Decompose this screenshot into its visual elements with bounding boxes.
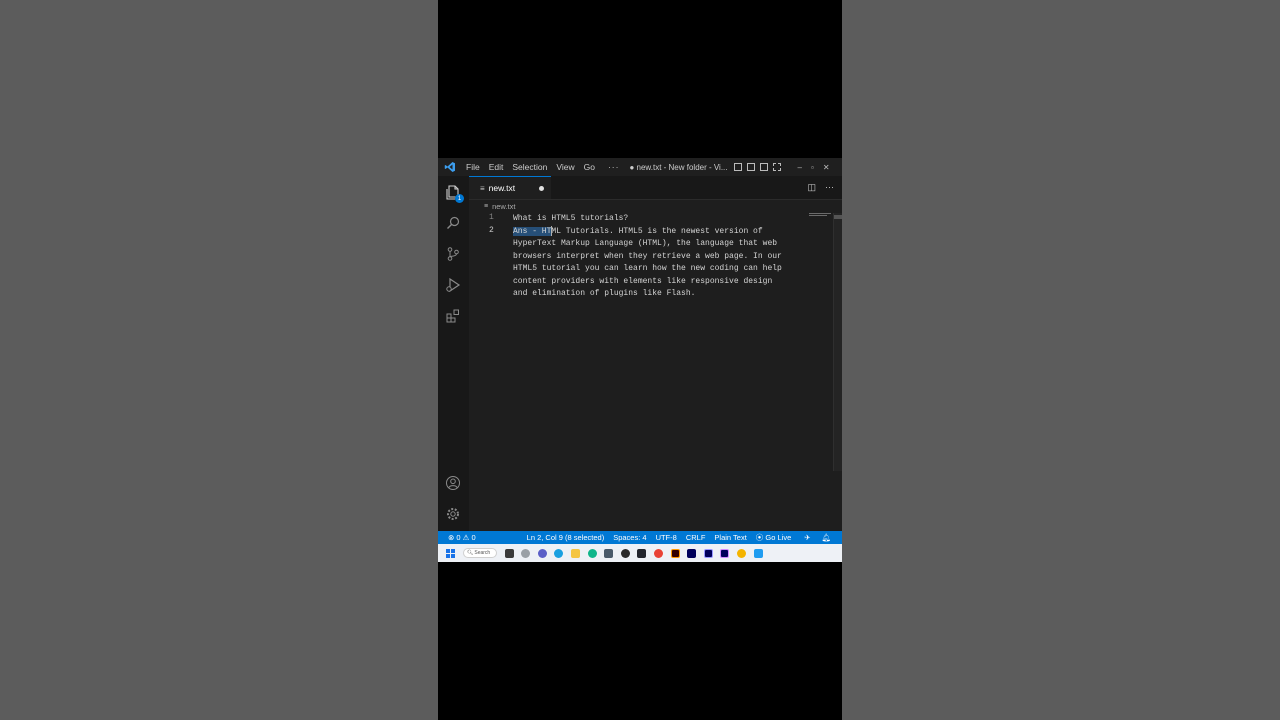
more-actions-icon[interactable]: ··· xyxy=(825,182,834,193)
after-effects-icon[interactable] xyxy=(703,548,713,558)
tab-new-txt[interactable]: ≡ new.txt xyxy=(469,176,551,199)
run-debug-icon[interactable] xyxy=(445,277,461,293)
status-bar: ⊗ 0 ⚠ 0 Ln 2, Col 9 (8 selected) Spaces:… xyxy=(438,531,842,544)
notifications-bell-icon[interactable]: 🔔︎ xyxy=(822,533,832,542)
encoding-status[interactable]: UTF-8 xyxy=(656,533,677,542)
search-icon[interactable] xyxy=(445,215,461,231)
code-line-2: Ans - HTML Tutorials. HTML5 is the newes… xyxy=(513,225,763,239)
menu-more-button[interactable]: ··· xyxy=(608,162,620,172)
eol-status[interactable]: CRLF xyxy=(686,533,706,542)
activity-bar: 1 xyxy=(438,176,469,531)
background-left xyxy=(0,0,438,720)
problems-status[interactable]: ⊗ 0 ⚠ 0 xyxy=(448,533,476,542)
premiere-icon[interactable] xyxy=(720,548,730,558)
taskbar-search[interactable]: 🔍︎ Search xyxy=(463,548,497,558)
layout-controls xyxy=(733,163,781,171)
chat-icon[interactable] xyxy=(537,548,547,558)
editor-actions: ◫ ··· xyxy=(807,182,834,193)
line-number: 1 xyxy=(489,213,494,222)
wrapped-line: HTML5 tutorial you can learn how the new… xyxy=(513,264,782,273)
warning-count: 0 xyxy=(471,533,476,542)
windows-start-icon[interactable] xyxy=(446,548,455,558)
text-file-icon: ≡ xyxy=(480,183,485,193)
source-control-icon[interactable] xyxy=(445,246,461,262)
breadcrumb-file[interactable]: new.txt xyxy=(492,202,515,211)
background-right xyxy=(842,0,1280,720)
toggle-primary-sidebar-icon[interactable] xyxy=(733,163,742,171)
wrapped-line: content providers with elements like res… xyxy=(513,276,773,286)
media-encoder-icon[interactable] xyxy=(687,548,697,558)
edge-dev-icon[interactable] xyxy=(587,548,597,558)
wrapped-line: HyperText Markup Language (HTML), the la… xyxy=(513,239,778,248)
error-count: 0 xyxy=(456,533,461,542)
scrollbar-thumb[interactable] xyxy=(834,215,842,219)
tab-bar: ≡ new.txt ◫ ··· xyxy=(469,176,842,200)
wrapped-line: browsers interpret when they retrieve a … xyxy=(513,251,782,261)
vscode-logo-icon xyxy=(444,162,455,172)
broadcast-icon: ⦿ xyxy=(755,533,764,542)
unsaved-dot-icon[interactable] xyxy=(539,185,545,191)
editor-area[interactable]: 1 2 What is HTML5 tutorials? Ans - HTML … xyxy=(469,213,834,531)
language-mode[interactable]: Plain Text xyxy=(714,533,746,542)
steam-icon[interactable] xyxy=(620,548,630,558)
chrome-icon[interactable] xyxy=(653,548,663,558)
text-file-icon: ≡ xyxy=(484,203,489,210)
vscode-taskbar-icon[interactable] xyxy=(753,548,763,558)
split-editor-icon[interactable]: ◫ xyxy=(807,182,816,193)
selected-text: Ans - HT xyxy=(513,226,552,236)
terminal-icon[interactable] xyxy=(637,548,647,558)
menu-go[interactable]: Go xyxy=(584,162,595,172)
maximize-button[interactable]: ▫ xyxy=(811,163,814,172)
go-live-label: Go Live xyxy=(765,533,792,542)
windows-taskbar: 🔍︎ Search xyxy=(438,544,842,562)
vertical-scrollbar[interactable] xyxy=(833,213,842,471)
manage-gear-icon[interactable] xyxy=(445,506,461,522)
explorer-badge: 1 xyxy=(455,194,464,203)
edge-icon[interactable] xyxy=(554,548,564,558)
accounts-icon[interactable] xyxy=(445,475,461,491)
widgets-icon[interactable] xyxy=(521,548,531,558)
wrapped-line: and elimination of plugins like Flash. xyxy=(513,289,696,298)
illustrator-icon[interactable] xyxy=(670,548,680,558)
toggle-secondary-sidebar-icon[interactable] xyxy=(759,163,768,171)
customize-layout-icon[interactable] xyxy=(772,163,781,171)
warning-icon: ⚠ xyxy=(462,533,470,542)
breadcrumb: ≡ new.txt xyxy=(484,202,515,211)
menu-edit[interactable]: Edit xyxy=(489,162,504,172)
minimap[interactable] xyxy=(809,213,831,219)
chrome-canary-icon[interactable] xyxy=(736,548,746,558)
extensions-icon[interactable] xyxy=(445,308,461,324)
error-icon: ⊗ xyxy=(448,533,455,542)
go-live-button[interactable]: ⦿ Go Live xyxy=(756,532,791,543)
menu-file[interactable]: File xyxy=(466,162,480,172)
menu-view[interactable]: View xyxy=(556,162,574,172)
close-window-button[interactable]: ✕ xyxy=(823,163,830,172)
calculator-icon[interactable] xyxy=(604,548,614,558)
video-frame: File Edit Selection View Go ··· ● new.tx… xyxy=(438,0,842,720)
window-title: ● new.txt - New folder - Vi... xyxy=(629,162,728,172)
taskbar-search-label: Search xyxy=(474,550,491,556)
code-line-2-rest: ML Tutorials. HTML5 is the newest versio… xyxy=(551,226,763,236)
toggle-panel-icon[interactable] xyxy=(746,163,755,171)
cursor-position[interactable]: Ln 2, Col 9 (8 selected) xyxy=(527,533,605,542)
indentation-status[interactable]: Spaces: 4 xyxy=(613,533,646,542)
code-line-1: What is HTML5 tutorials? xyxy=(513,214,629,223)
feedback-icon[interactable]: ✈ xyxy=(804,533,810,542)
folder-icon[interactable] xyxy=(570,548,580,558)
title-bar: File Edit Selection View Go ··· ● new.tx… xyxy=(438,158,842,176)
line-number: 2 xyxy=(489,225,494,235)
tab-label: new.txt xyxy=(488,183,516,193)
vscode-window: File Edit Selection View Go ··· ● new.tx… xyxy=(438,158,842,562)
explorer-icon[interactable]: 1 xyxy=(445,184,464,203)
minimize-button[interactable]: – xyxy=(798,163,802,172)
menu-selection[interactable]: Selection xyxy=(512,162,547,172)
task-view-icon[interactable] xyxy=(504,548,514,558)
